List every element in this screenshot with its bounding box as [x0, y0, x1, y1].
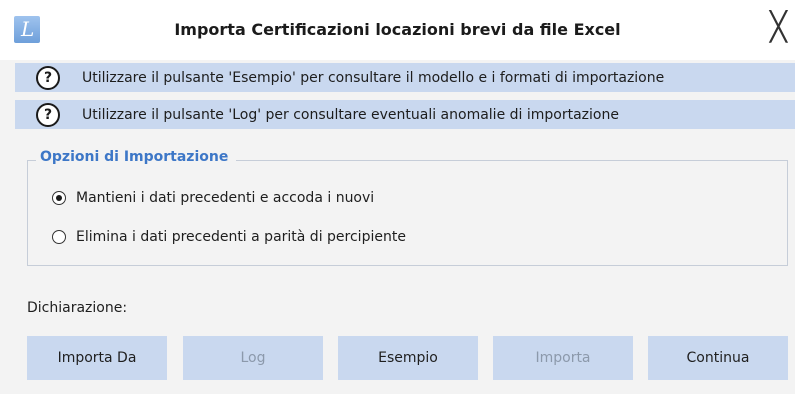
dichiarazione-label: Dichiarazione: [27, 300, 128, 316]
info-text-esempio: Utilizzare il pulsante 'Esempio' per con… [82, 69, 665, 86]
import-dialog: L Importa Certificazioni locazioni brevi… [0, 0, 795, 394]
importa-da-button[interactable]: Importa Da [27, 336, 167, 380]
continua-button[interactable]: Continua [648, 336, 788, 380]
radio-button-unselected[interactable] [52, 230, 66, 244]
esempio-button[interactable]: Esempio [338, 336, 478, 380]
info-text-log: Utilizzare il pulsante 'Log' per consult… [82, 106, 619, 123]
radio-button-selected[interactable] [52, 191, 66, 205]
import-options-group [27, 160, 788, 266]
log-button[interactable]: Log [183, 336, 323, 380]
close-icon[interactable]: ╳ [770, 13, 787, 41]
option-keep-append-label: Mantieni i dati precedenti e accoda i nu… [76, 190, 375, 206]
importa-button[interactable]: Importa [493, 336, 633, 380]
title-bar: L Importa Certificazioni locazioni brevi… [0, 0, 795, 60]
import-options-legend: Opzioni di Importazione [36, 149, 237, 165]
help-icon: ? [36, 102, 60, 127]
info-row-esempio: ? Utilizzare il pulsante 'Esempio' per c… [15, 63, 795, 92]
info-row-log: ? Utilizzare il pulsante 'Log' per consu… [15, 100, 795, 129]
option-delete-by-recipient-label: Elimina i dati precedenti a parità di pe… [76, 229, 406, 245]
option-keep-append[interactable]: Mantieni i dati precedenti e accoda i nu… [52, 190, 374, 206]
help-icon: ? [36, 65, 60, 90]
radio-dot [56, 195, 62, 201]
option-delete-by-recipient[interactable]: Elimina i dati precedenti a parità di pe… [52, 229, 406, 245]
dialog-title: Importa Certificazioni locazioni brevi d… [174, 20, 621, 39]
